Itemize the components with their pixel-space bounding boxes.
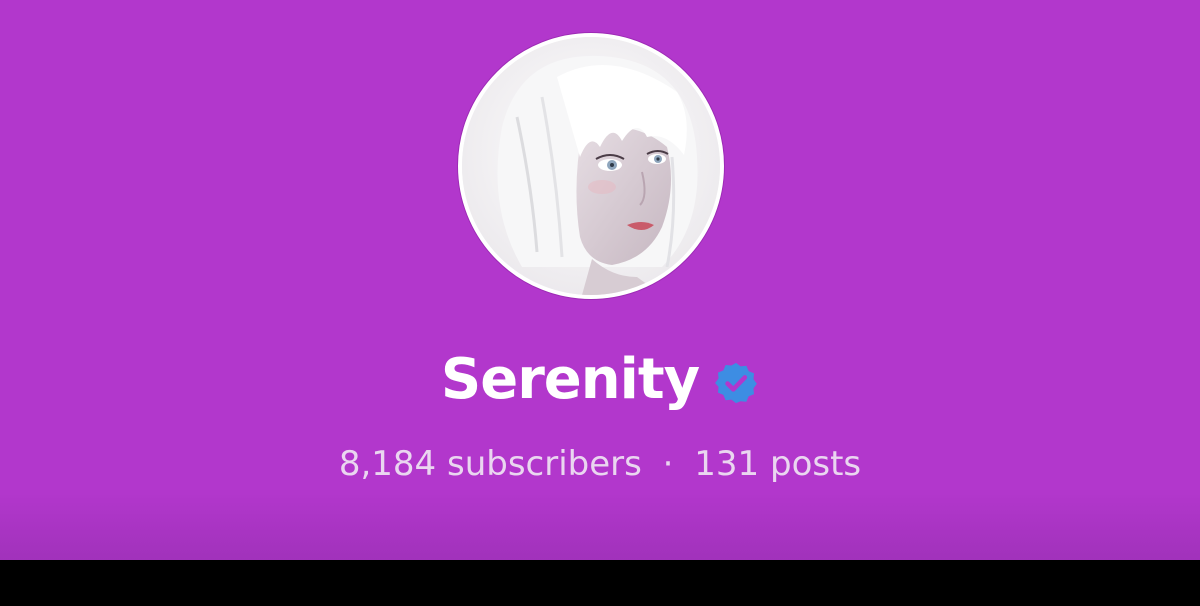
post-count[interactable]: 131 posts [694, 444, 861, 484]
stats-separator: · [662, 444, 674, 484]
avatar-image [462, 37, 720, 295]
profile-header: Serenity 8,184 subscribers · 131 posts [0, 0, 1200, 560]
subscriber-count[interactable]: 8,184 subscribers [339, 444, 642, 484]
bottom-bar [0, 560, 1200, 606]
name-row: Serenity [0, 340, 1200, 420]
avatar[interactable] [458, 33, 724, 299]
profile-name: Serenity [440, 347, 700, 412]
profile-stats: 8,184 subscribers · 131 posts [0, 444, 1200, 485]
verified-badge-icon [713, 360, 759, 406]
